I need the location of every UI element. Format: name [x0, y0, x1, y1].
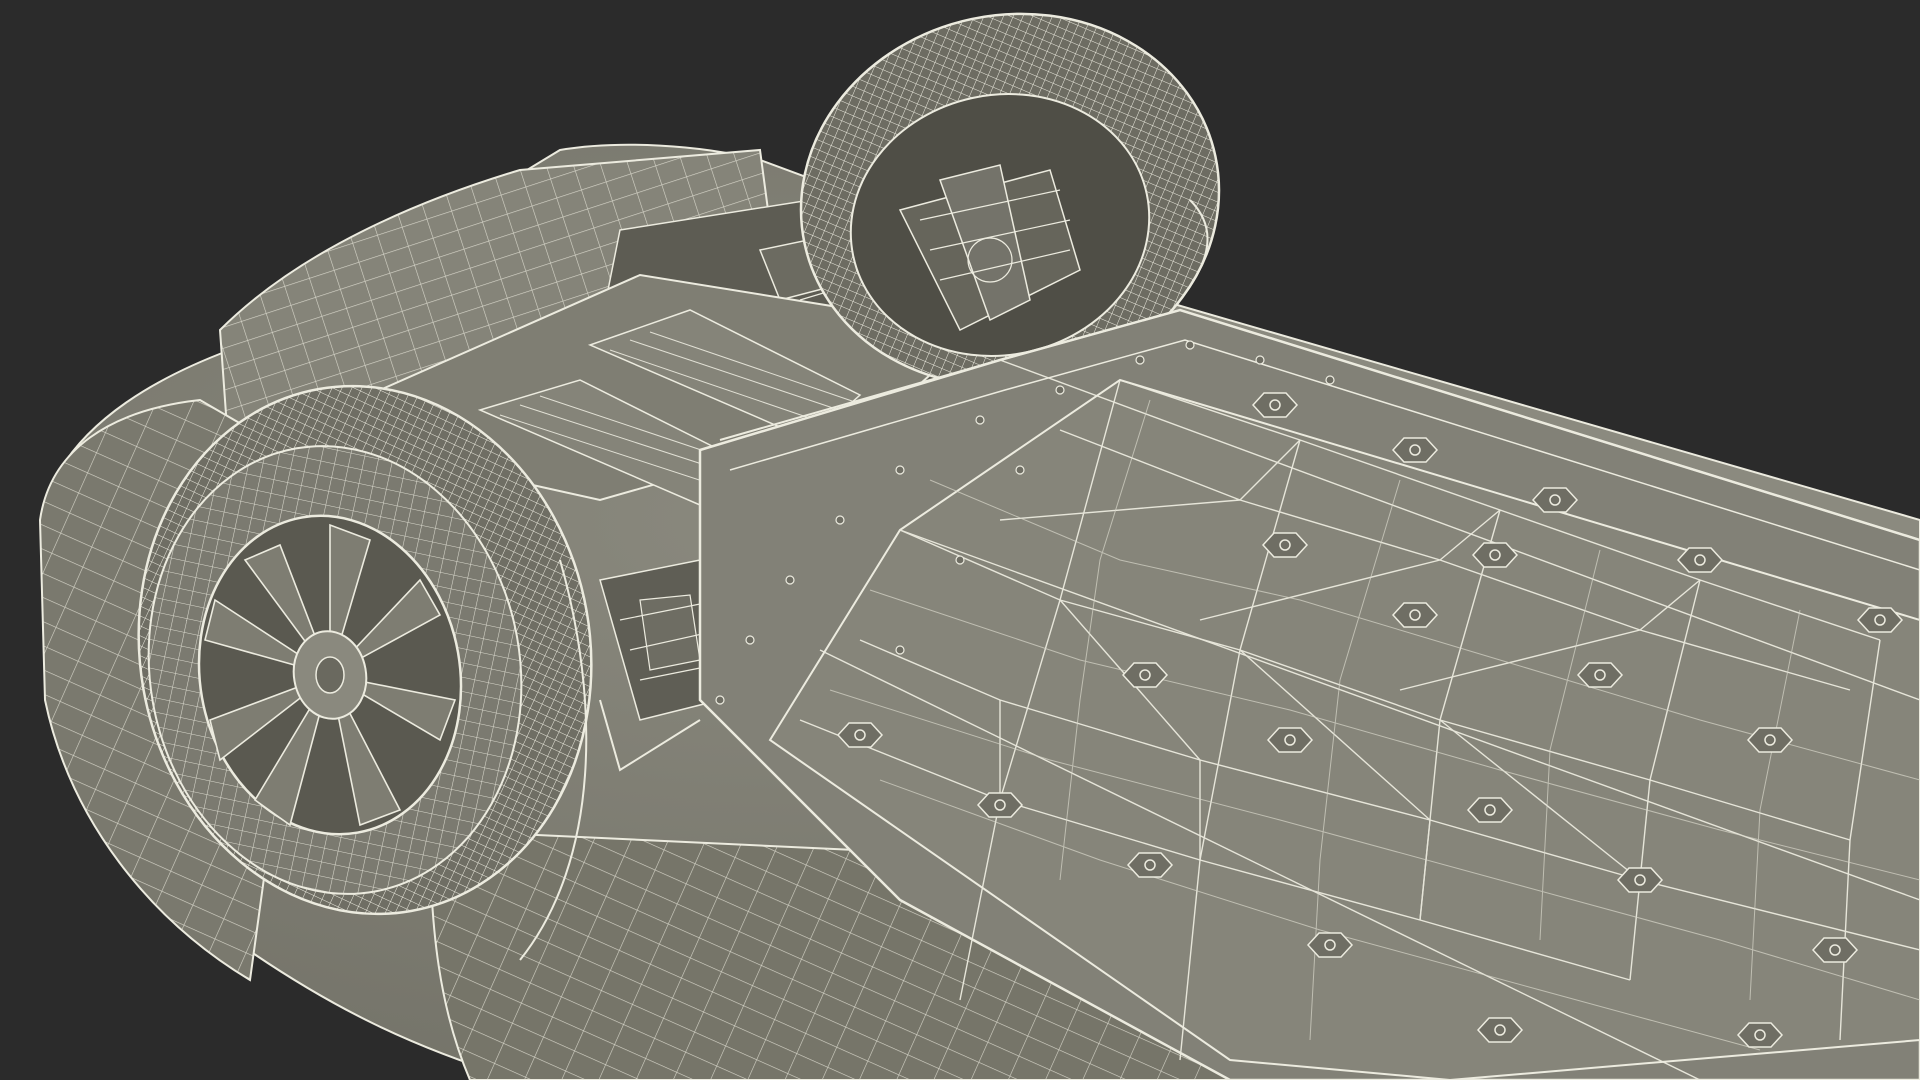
render-viewport: [0, 0, 1920, 1080]
wireframe-render: [38, 12, 1920, 1080]
